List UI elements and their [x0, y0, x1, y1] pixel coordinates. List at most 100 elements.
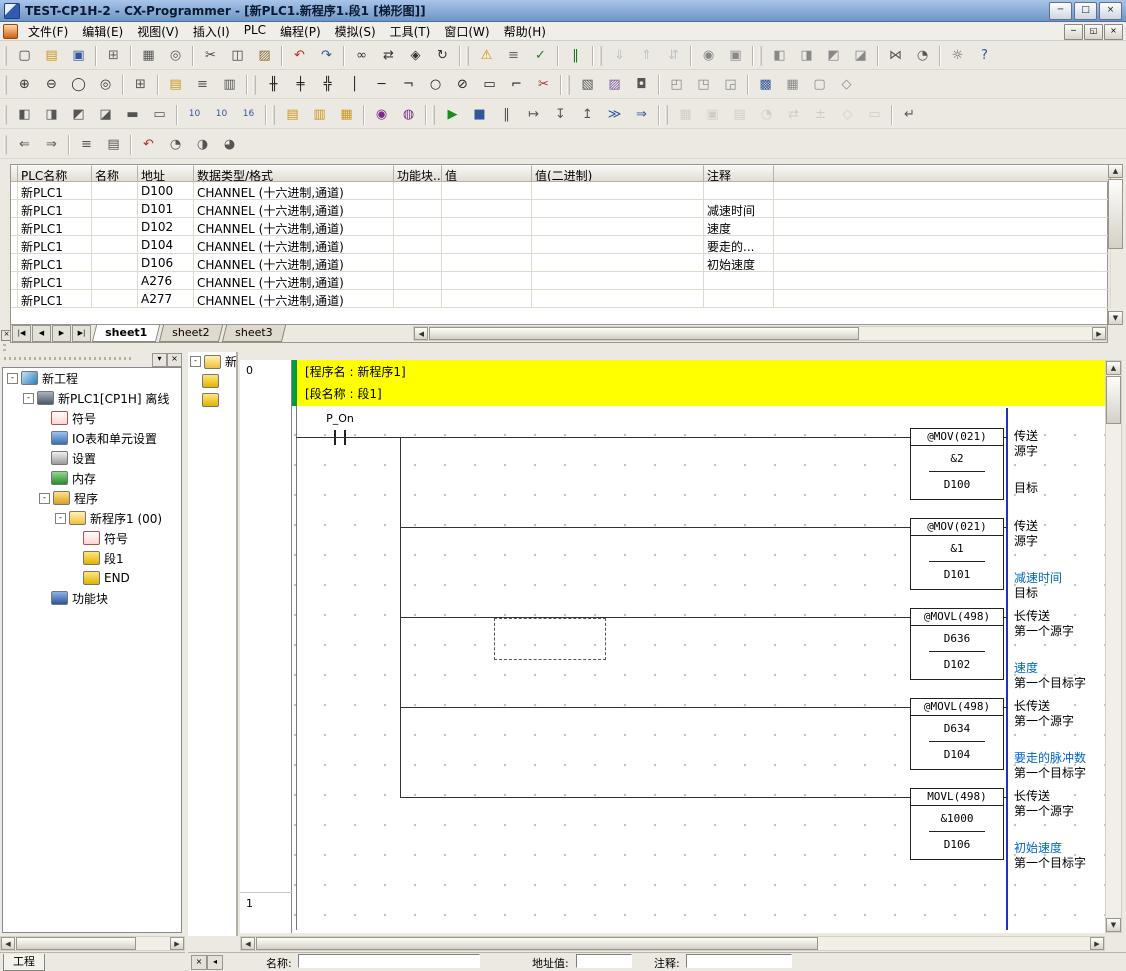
- watch-panel-grip[interactable]: ×: [0, 164, 10, 343]
- watch-cell[interactable]: [11, 218, 18, 236]
- big-monitor-button[interactable]: ▩: [753, 73, 778, 97]
- watch-cell[interactable]: [11, 272, 18, 290]
- mini-tree-item[interactable]: [188, 371, 236, 390]
- watch-column-header[interactable]: PLC名称: [18, 165, 92, 182]
- tree-expander[interactable]: -: [39, 493, 50, 504]
- watch-sheet-3-button[interactable]: ◲: [718, 73, 743, 97]
- comment-list-button[interactable]: ▨: [602, 73, 627, 97]
- transfer-memory-button[interactable]: ▦: [334, 103, 359, 127]
- instruction-block[interactable]: @MOV(021)&1D101: [910, 518, 1004, 590]
- context-help-button[interactable]: ?: [972, 44, 997, 68]
- tree-pin-button[interactable]: ▾: [152, 353, 167, 367]
- tree-close-button[interactable]: ×: [167, 353, 182, 367]
- toolbar-grip[interactable]: [4, 105, 7, 125]
- show-grid-button[interactable]: ⊞: [128, 73, 153, 97]
- zoom-100-button[interactable]: ◯: [66, 73, 91, 97]
- toolbar-grip[interactable]: [759, 46, 762, 66]
- immediate-refresh-button[interactable]: ◕: [217, 133, 242, 157]
- run-to-cursor-button[interactable]: ⇒: [629, 103, 654, 127]
- print-preview-button[interactable]: ◎: [163, 44, 188, 68]
- watch-cell[interactable]: CHANNEL (十六进制,通道): [194, 254, 394, 272]
- sheet-nav-button[interactable]: ◀: [32, 325, 51, 342]
- watch-cell[interactable]: 新PLC1: [18, 182, 92, 200]
- save-memory-button[interactable]: ▥: [307, 103, 332, 127]
- retrace-button[interactable]: ↻: [430, 44, 455, 68]
- zoom-fit-button[interactable]: ◎: [93, 73, 118, 97]
- close-pane-button[interactable]: ×: [191, 955, 207, 970]
- indent-left-button[interactable]: ⇐: [12, 133, 37, 157]
- scroll-right-button[interactable]: ▶: [1090, 937, 1104, 950]
- tree-item[interactable]: 段1: [3, 548, 181, 568]
- scrollbar-thumb[interactable]: [1108, 179, 1123, 249]
- watch-column-header[interactable]: 名称: [92, 165, 138, 182]
- rung-number[interactable]: 0: [246, 364, 253, 377]
- watch-cell[interactable]: [92, 272, 138, 290]
- watch-column-header[interactable]: 注释: [704, 165, 774, 182]
- watch-cell[interactable]: [394, 254, 442, 272]
- operand-1[interactable]: &2: [911, 446, 1003, 471]
- ladder-canvas[interactable]: [程序名 : 新程序1] [段名称 : 段1] P_On @MOV(021)&2…: [292, 360, 1105, 933]
- sheet-tab-sheet3[interactable]: sheet3: [222, 325, 286, 342]
- compare-programs-button[interactable]: ⊞: [101, 44, 126, 68]
- compile-all-button[interactable]: ≡: [501, 44, 526, 68]
- scroll-down-button[interactable]: ▼: [1106, 918, 1121, 932]
- toolbar-grip[interactable]: [466, 46, 469, 66]
- menu-item[interactable]: 插入(I): [186, 21, 237, 42]
- mdi-minimize-button[interactable]: ─: [1064, 24, 1083, 40]
- copy-button[interactable]: ◫: [225, 44, 250, 68]
- tree-expander[interactable]: -: [7, 373, 18, 384]
- workspace-toggle-button[interactable]: ◪: [93, 103, 118, 127]
- watch-cell[interactable]: [532, 254, 704, 272]
- detail-view-button[interactable]: ◇: [834, 73, 859, 97]
- rung-number[interactable]: 1: [246, 897, 253, 910]
- toolbar-grip[interactable]: [4, 46, 7, 66]
- tree-item[interactable]: -程序: [3, 488, 181, 508]
- watch-cell[interactable]: [442, 182, 532, 200]
- address-reference-button[interactable]: ≡: [190, 73, 215, 97]
- mdi-close-button[interactable]: ×: [1104, 24, 1123, 40]
- toolbar-grip[interactable]: [253, 75, 256, 95]
- watch-sheet-1-button[interactable]: ◰: [664, 73, 689, 97]
- operand-1[interactable]: D636: [911, 626, 1003, 651]
- watch-cell[interactable]: 新PLC1: [18, 290, 92, 308]
- watch-cell[interactable]: [394, 272, 442, 290]
- replace-button[interactable]: ⇄: [376, 44, 401, 68]
- menu-item[interactable]: 编程(P): [273, 21, 328, 42]
- close-button[interactable]: ×: [1099, 2, 1122, 20]
- monitor-data-10-button[interactable]: 10: [182, 103, 207, 127]
- tree-item[interactable]: 功能块: [3, 588, 181, 608]
- window-cascade-button[interactable]: ◧: [767, 44, 792, 68]
- watch-cell[interactable]: [704, 272, 774, 290]
- tree-item[interactable]: 内存: [3, 468, 181, 488]
- output-window-button[interactable]: ▬: [120, 103, 145, 127]
- work-online-button[interactable]: ◉: [696, 44, 721, 68]
- scrollbar-thumb[interactable]: [16, 937, 136, 950]
- tree-expander[interactable]: -: [55, 513, 66, 524]
- compile-button[interactable]: ⚠: [474, 44, 499, 68]
- scrollbar-thumb[interactable]: [429, 327, 859, 340]
- watch-cell[interactable]: D102: [138, 218, 194, 236]
- watch-cell[interactable]: [774, 272, 1111, 290]
- selection-rect[interactable]: [494, 618, 606, 660]
- monitor-data-10b-button[interactable]: 10: [209, 103, 234, 127]
- split-window-button[interactable]: ◨: [39, 103, 64, 127]
- menu-item[interactable]: 编辑(E): [75, 21, 130, 42]
- cut-button[interactable]: ✂: [198, 44, 223, 68]
- return-view-button[interactable]: ↵: [897, 103, 922, 127]
- operand-2[interactable]: D100: [911, 472, 1003, 497]
- operand-1[interactable]: D634: [911, 716, 1003, 741]
- watch-cell[interactable]: D100: [138, 182, 194, 200]
- watch-column-header[interactable]: [11, 165, 18, 182]
- simulator-connect-button[interactable]: ◉: [369, 103, 394, 127]
- new-or-contact-button[interactable]: ╬: [315, 73, 340, 97]
- watch-cell[interactable]: 新PLC1: [18, 254, 92, 272]
- cascade-view-button[interactable]: ◩: [66, 103, 91, 127]
- watch-cell[interactable]: [704, 290, 774, 308]
- watch-vertical-scrollbar[interactable]: ▲▼: [1108, 164, 1124, 325]
- watch-cell[interactable]: D106: [138, 254, 194, 272]
- sheet-tab-sheet2[interactable]: sheet2: [159, 325, 223, 342]
- watch-cell[interactable]: 减速时间: [704, 200, 774, 218]
- watch-cell[interactable]: [442, 290, 532, 308]
- watch-cell[interactable]: D104: [138, 236, 194, 254]
- instruction-block[interactable]: @MOVL(498)D636D102: [910, 608, 1004, 680]
